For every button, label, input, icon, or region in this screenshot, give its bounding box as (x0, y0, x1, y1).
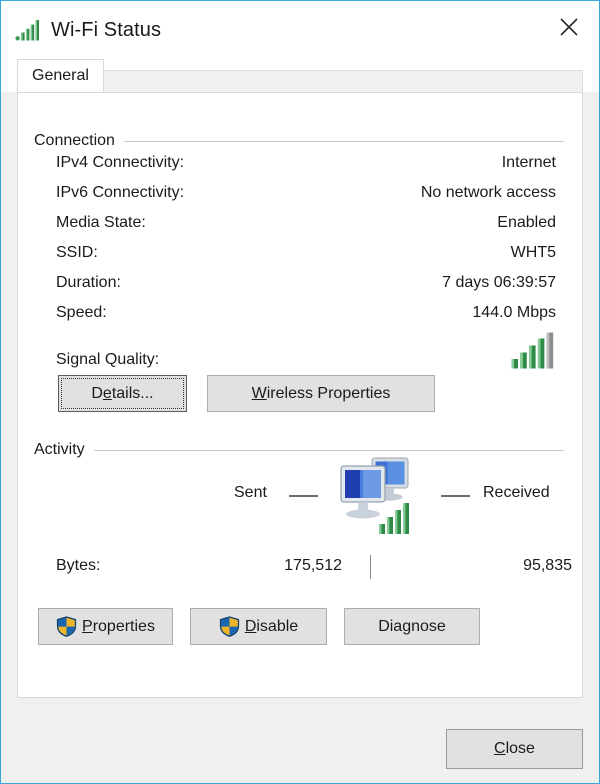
media-state-value: Enabled (497, 214, 556, 231)
properties-button-label: Properties (82, 617, 155, 635)
details-button-label: Details... (91, 384, 154, 402)
table-row: SSID: WHT5 (56, 244, 556, 274)
uac-shield-icon (56, 616, 77, 637)
window-title: Wi-Fi Status (51, 18, 162, 41)
table-row: IPv4 Connectivity: Internet (56, 154, 556, 184)
connection-group-divider (123, 140, 564, 142)
ssid-label: SSID: (56, 244, 98, 261)
bytes-label: Bytes: (56, 557, 101, 574)
tab-page-general: Connection IPv4 Connectivity: Internet I… (17, 92, 583, 698)
wireless-properties-button-label: Wireless Properties (251, 384, 391, 402)
sent-label: Sent (234, 484, 267, 501)
table-row: Duration: 7 days 06:39:57 (56, 274, 556, 304)
activity-center-divider (370, 555, 371, 579)
disable-button-label: Disable (244, 617, 299, 635)
properties-button[interactable]: Properties (38, 608, 173, 645)
bytes-sent-value: 175,512 (284, 557, 342, 574)
action-buttons: Properties Disable Diagnose (38, 608, 480, 645)
ipv6-connectivity-value: No network access (420, 184, 556, 201)
tab-general[interactable]: General (17, 59, 104, 92)
network-computers-icon (327, 454, 427, 539)
table-row: IPv6 Connectivity: No network access (56, 184, 556, 214)
wireless-properties-button[interactable]: Wireless Properties (207, 375, 435, 412)
duration-value: 7 days 06:39:57 (442, 274, 556, 291)
activity-group-label: Activity (34, 441, 85, 458)
ipv4-connectivity-label: IPv4 Connectivity: (56, 154, 185, 171)
connection-buttons: Details... Wireless Properties (58, 375, 435, 412)
tab-general-label: General (32, 67, 89, 84)
title-bar: Wi-Fi Status (1, 1, 599, 58)
ipv6-connectivity-label: IPv6 Connectivity: (56, 184, 185, 201)
speed-value: 144.0 Mbps (472, 304, 556, 321)
received-dash (441, 495, 470, 497)
signal-quality-label: Signal Quality: (56, 351, 160, 368)
close-button[interactable]: Close (446, 729, 583, 769)
close-icon[interactable] (539, 1, 599, 53)
tab-strip: General (1, 58, 599, 92)
disable-button[interactable]: Disable (190, 608, 327, 645)
table-row: Media State: Enabled (56, 214, 556, 244)
received-label: Received (483, 484, 550, 501)
speed-label: Speed: (56, 304, 107, 321)
activity-group-header: Activity (34, 441, 564, 459)
table-row: Speed: 144.0 Mbps (56, 304, 556, 334)
bytes-row: Bytes: 175,512 95,835 (56, 555, 572, 585)
ssid-value: WHT5 (510, 244, 556, 261)
table-row: Signal Quality: (56, 332, 556, 374)
duration-label: Duration: (56, 274, 121, 291)
sent-dash (289, 495, 318, 497)
activity-direction-row: Sent Received (56, 457, 556, 534)
uac-shield-icon (219, 616, 240, 637)
wifi-signal-icon (15, 19, 41, 41)
media-state-label: Media State: (56, 214, 146, 231)
connection-group-label: Connection (34, 132, 115, 149)
connection-rows: IPv4 Connectivity: Internet IPv6 Connect… (56, 154, 556, 372)
details-button[interactable]: Details... (58, 375, 187, 412)
connection-group-header: Connection (34, 132, 564, 150)
wifi-status-window: Wi-Fi Status General Connection IPv4 Con… (0, 0, 600, 784)
diagnose-button[interactable]: Diagnose (344, 608, 480, 645)
diagnose-button-label: Diagnose (378, 617, 446, 635)
signal-bars-icon (511, 332, 556, 374)
activity-group-divider (93, 449, 564, 451)
close-button-label: Close (494, 740, 535, 757)
activity-body: Sent Received Bytes: 175,512 95,835 (56, 457, 572, 585)
ipv4-connectivity-value: Internet (501, 154, 556, 171)
bytes-received-value: 95,835 (523, 557, 572, 574)
